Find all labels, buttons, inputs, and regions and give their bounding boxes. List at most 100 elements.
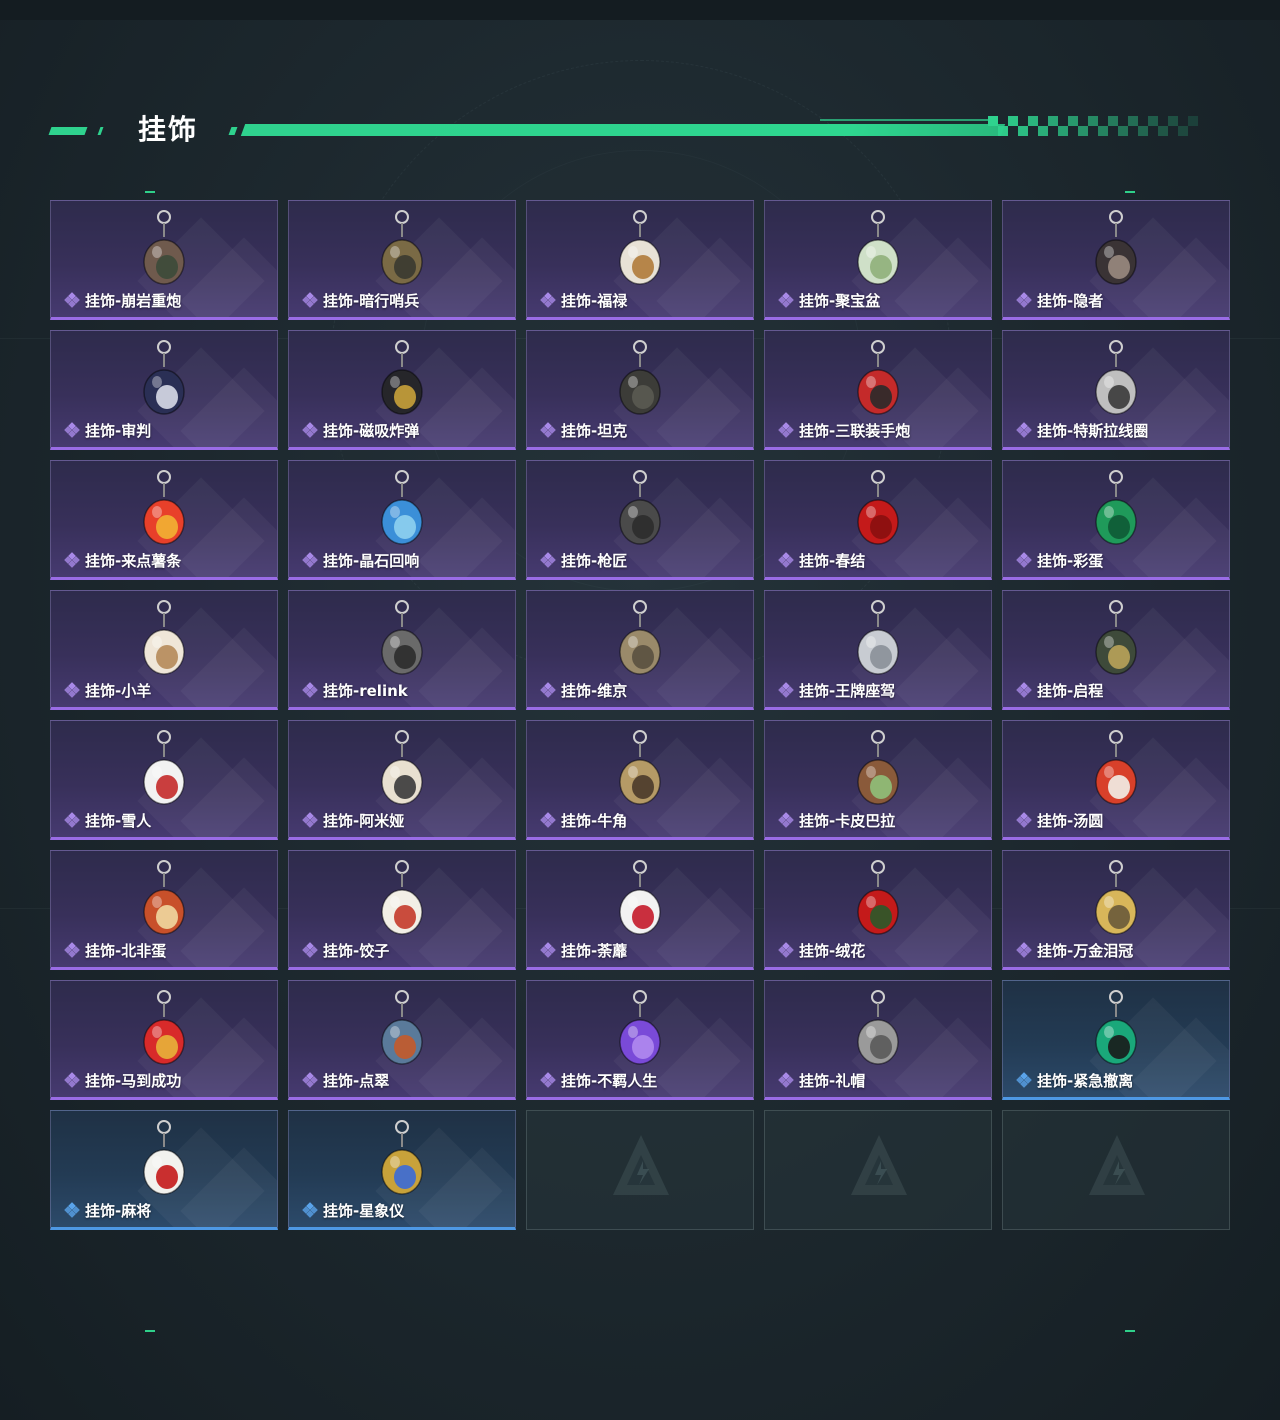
- charm-name: 挂饰-麻将: [85, 1202, 152, 1220]
- charm-name: 挂饰-牛角: [561, 812, 628, 830]
- charm-card[interactable]: 挂饰-启程: [1002, 590, 1230, 710]
- judgement-card-charm-icon: [143, 340, 185, 415]
- charm-card[interactable]: 挂饰-春结: [764, 460, 992, 580]
- charm-card[interactable]: 挂饰-崩岩重炮: [50, 200, 278, 320]
- gunsmith-box-charm-icon: [619, 470, 661, 545]
- charm-card[interactable]: 挂饰-王牌座驾: [764, 590, 992, 710]
- rarity-diamond-icon: [539, 941, 557, 959]
- rarity-diamond-icon: [777, 421, 795, 439]
- charm-card[interactable]: 挂饰-小羊: [50, 590, 278, 710]
- checker-cell: [1098, 116, 1108, 126]
- checker-cell: [1108, 126, 1118, 136]
- charm-name: 挂饰-彩蛋: [1037, 552, 1104, 570]
- chinese-knot-charm-icon: [857, 470, 899, 545]
- flower-fairy-charm-icon: [619, 860, 661, 935]
- checker-cell: [988, 116, 998, 126]
- checker-cell: [1188, 126, 1198, 136]
- checker-cell: [1028, 116, 1038, 126]
- shakshuka-pan-charm-icon: [143, 860, 185, 935]
- departure-badge-charm-icon: [1095, 600, 1137, 675]
- rarity-diamond-icon: [1015, 811, 1033, 829]
- rarity-diamond-icon: [1015, 1071, 1033, 1089]
- easter-egg-charm-icon: [1095, 470, 1137, 545]
- charm-card[interactable]: 挂饰-磁吸炸弹: [288, 330, 516, 450]
- charm-card[interactable]: 挂饰-紧急撤离: [1002, 980, 1230, 1100]
- charm-name: 挂饰-磁吸炸弹: [323, 422, 420, 440]
- checker-cell: [1018, 126, 1028, 136]
- charm-card[interactable]: 挂饰-绒花: [764, 850, 992, 970]
- charm-name: 挂饰-崩岩重炮: [85, 292, 182, 310]
- charm-name: 挂饰-暗行哨兵: [323, 292, 420, 310]
- viking-hammer-charm-icon: [619, 600, 661, 675]
- emergency-exit-charm-icon: [1095, 990, 1137, 1065]
- charm-card[interactable]: 挂饰-relink: [288, 590, 516, 710]
- corner-tick: [1125, 191, 1135, 193]
- charm-name: 挂饰-点翠: [323, 1072, 390, 1090]
- tank-charm-icon: [619, 340, 661, 415]
- rarity-diamond-icon: [63, 551, 81, 569]
- rarity-diamond-icon: [539, 421, 557, 439]
- charm-name: 挂饰-晶石回响: [323, 552, 420, 570]
- velvet-flower-charm-icon: [857, 860, 899, 935]
- charm-card[interactable]: 挂饰-阿米娅: [288, 720, 516, 840]
- bull-horns-charm-icon: [619, 730, 661, 805]
- charm-card[interactable]: 挂饰-牛角: [526, 720, 754, 840]
- charm-card[interactable]: 挂饰-雪人: [50, 720, 278, 840]
- checker-cell: [1008, 116, 1018, 126]
- charm-card[interactable]: 挂饰-维京: [526, 590, 754, 710]
- rarity-diamond-icon: [63, 421, 81, 439]
- charm-card[interactable]: 挂饰-三联装手炮: [764, 330, 992, 450]
- game-logo-placeholder-icon: [851, 1135, 907, 1195]
- game-logo-placeholder-icon: [1089, 1135, 1145, 1195]
- charm-card[interactable]: 挂饰-星象仪: [288, 1110, 516, 1230]
- charm-name: 挂饰-绒花: [799, 942, 866, 960]
- rarity-diamond-icon: [63, 1201, 81, 1219]
- charm-card[interactable]: 挂饰-聚宝盆: [764, 200, 992, 320]
- charm-card[interactable]: 挂饰-彩蛋: [1002, 460, 1230, 580]
- rarity-diamond-icon: [539, 811, 557, 829]
- checker-cell: [1008, 126, 1018, 136]
- corner-tick: [1125, 1330, 1135, 1332]
- header-progress-bar: [240, 124, 1006, 136]
- charm-card[interactable]: 挂饰-点翠: [288, 980, 516, 1100]
- rock-gunner-charm-icon: [143, 210, 185, 285]
- section-title: 挂饰: [138, 113, 199, 146]
- charm-card[interactable]: 挂饰-福禄: [526, 200, 754, 320]
- charm-name: 挂饰-来点薯条: [85, 552, 182, 570]
- charm-name: 挂饰-春结: [799, 552, 866, 570]
- checker-cell: [1018, 116, 1028, 126]
- charm-card[interactable]: 挂饰-特斯拉线圈: [1002, 330, 1230, 450]
- rarity-diamond-icon: [777, 291, 795, 309]
- charm-card[interactable]: 挂饰-北非蛋: [50, 850, 278, 970]
- charm-card[interactable]: 挂饰-枪匠: [526, 460, 754, 580]
- corner-tick: [145, 191, 155, 193]
- charm-card[interactable]: 挂饰-来点薯条: [50, 460, 278, 580]
- charm-card[interactable]: 挂饰-马到成功: [50, 980, 278, 1100]
- charm-card[interactable]: 挂饰-坦克: [526, 330, 754, 450]
- corner-tick: [145, 1330, 155, 1332]
- charm-name: 挂饰-饺子: [323, 942, 390, 960]
- charm-card[interactable]: 挂饰-麻将: [50, 1110, 278, 1230]
- rarity-diamond-icon: [301, 811, 319, 829]
- charm-card[interactable]: 挂饰-汤圆: [1002, 720, 1230, 840]
- charm-card[interactable]: 挂饰-饺子: [288, 850, 516, 970]
- charm-name: 挂饰-坦克: [561, 422, 628, 440]
- charm-card[interactable]: 挂饰-万金泪冠: [1002, 850, 1230, 970]
- charm-card[interactable]: 挂饰-隐者: [1002, 200, 1230, 320]
- charm-name: 挂饰-万金泪冠: [1037, 942, 1134, 960]
- charm-card[interactable]: 挂饰-晶石回响: [288, 460, 516, 580]
- jet-plane-charm-icon: [857, 600, 899, 675]
- charm-card[interactable]: 挂饰-荼蘼: [526, 850, 754, 970]
- relink-emblem-charm-icon: [381, 600, 423, 675]
- snowman-charm-icon: [143, 730, 185, 805]
- charm-card[interactable]: 挂饰-卡皮巴拉: [764, 720, 992, 840]
- checker-cell: [1118, 116, 1128, 126]
- charm-card[interactable]: 挂饰-不羁人生: [526, 980, 754, 1100]
- charm-card[interactable]: 挂饰-礼帽: [764, 980, 992, 1100]
- top-bar: [0, 0, 1280, 20]
- charm-name: 挂饰-雪人: [85, 812, 152, 830]
- kingfisher-hairpin-charm-icon: [381, 990, 423, 1065]
- charm-card[interactable]: 挂饰-审判: [50, 330, 278, 450]
- charm-card[interactable]: 挂饰-暗行哨兵: [288, 200, 516, 320]
- checker-cell: [1088, 126, 1098, 136]
